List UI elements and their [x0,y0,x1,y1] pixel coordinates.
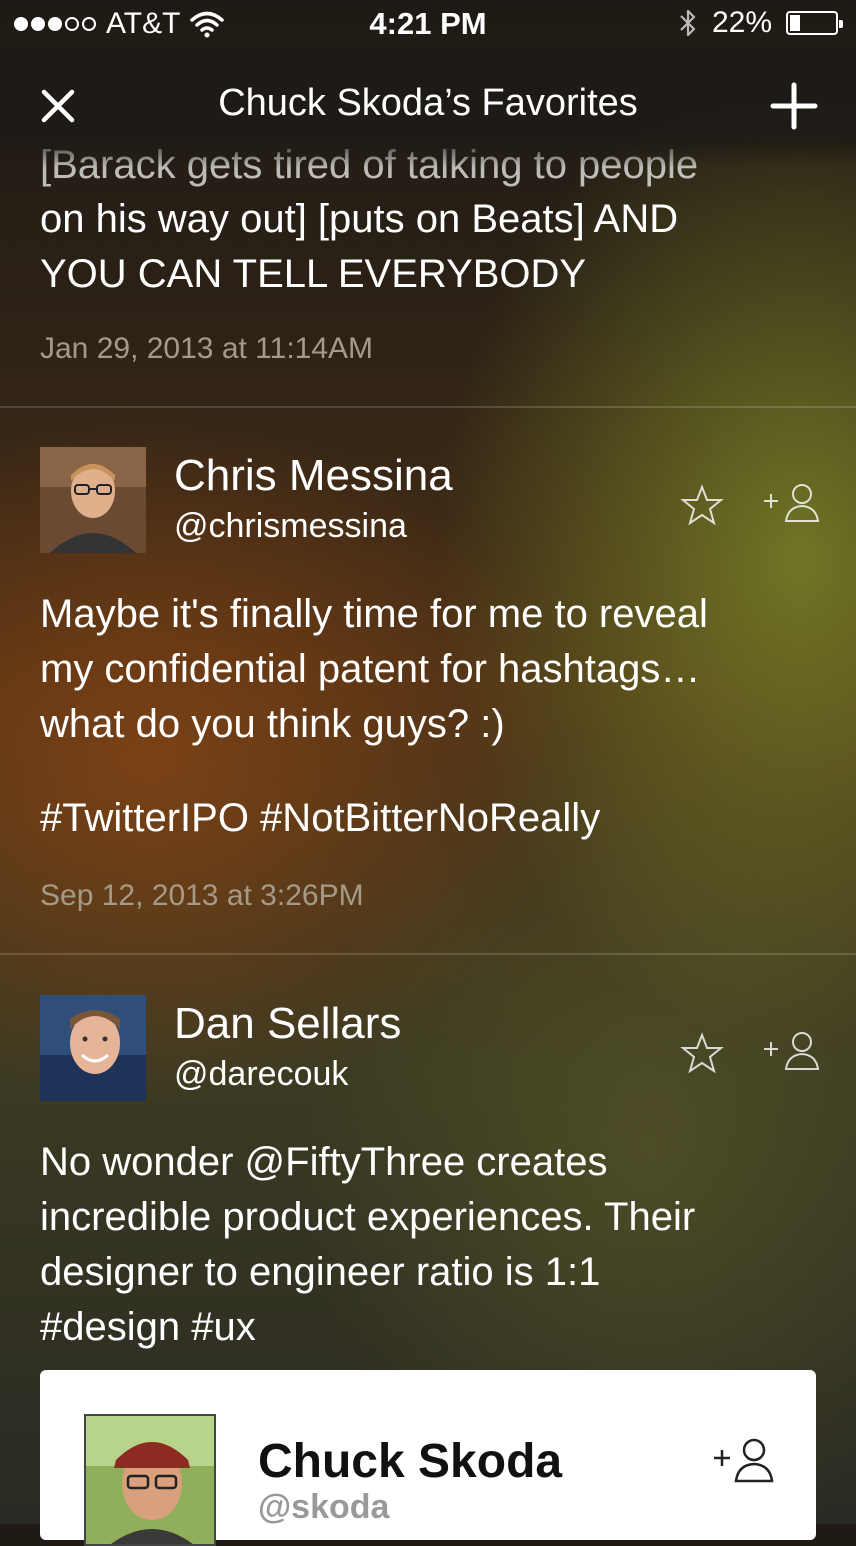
add-user-icon[interactable] [712,1436,776,1484]
plus-icon[interactable] [770,82,818,130]
profile-card[interactable]: Chuck Skoda @skoda [40,1370,816,1546]
avatar[interactable] [40,995,146,1101]
divider [0,406,856,408]
avatar-image [86,1416,214,1544]
tweet-text: No wonder @FiftyThree creates incredible… [40,1140,696,1349]
author-name[interactable]: Chris Messina [174,451,453,501]
bluetooth-icon [680,9,696,37]
avatar[interactable] [40,447,146,553]
author-handle[interactable]: @chrismessina [174,507,407,546]
battery-fill [790,15,800,31]
tweet-text: Maybe it's finally time for me to reveal… [40,592,708,746]
status-bar: AT&T 4:21 PM 22% [0,0,856,48]
avatar[interactable] [84,1414,216,1546]
author-handle[interactable]: @darecouk [174,1055,348,1094]
page-title: Chuck Skoda’s Favorites [218,82,638,124]
battery-percent: 22% [711,6,772,39]
tweet-timestamp: Jan 29, 2013 at 11:14AM [40,332,374,365]
status-right: 22% [678,6,843,40]
battery-icon [786,11,843,35]
avatar-image [40,995,146,1101]
nav-bar: Chuck Skoda’s Favorites [0,48,856,168]
add-user-icon[interactable] [762,481,824,525]
star-icon[interactable] [680,1031,724,1075]
tweet-timestamp: Sep 12, 2013 at 3:26PM [40,879,364,912]
tweet-text: on his way out] [puts on Beats] AND YOU … [40,197,679,296]
star-icon[interactable] [680,483,724,527]
add-user-icon[interactable] [762,1029,824,1073]
tweet-hashtags[interactable]: #TwitterIPO #NotBitterNoReally [40,791,820,846]
divider [0,953,856,955]
avatar-image [40,447,146,553]
profile-name: Chuck Skoda [258,1435,563,1488]
author-name[interactable]: Dan Sellars [174,999,401,1049]
profile-handle: @skoda [258,1488,390,1526]
